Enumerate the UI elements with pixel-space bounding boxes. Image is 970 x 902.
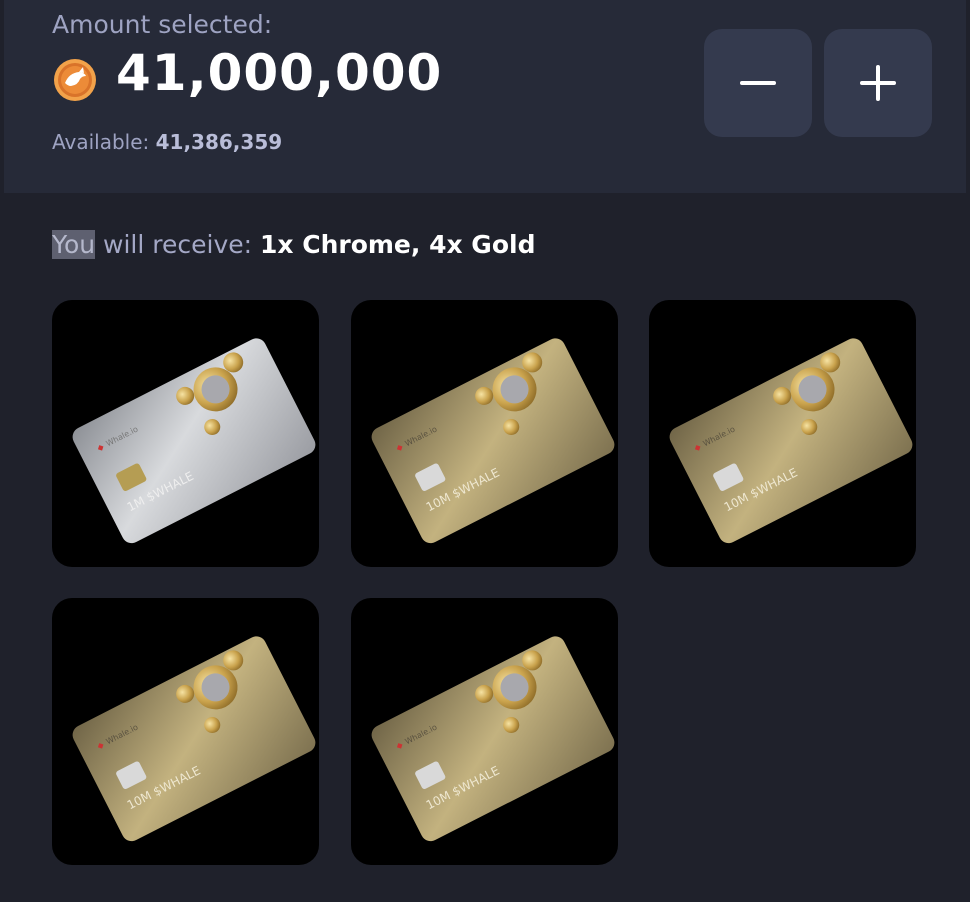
whale-coin-icon — [54, 59, 96, 101]
gold-card-image: ◆ Whale.io 10M $WHALE — [371, 338, 615, 544]
card-tile: ◆ Whale.io 1M $WHALE — [52, 300, 319, 567]
amount-label: Amount selected: — [52, 10, 273, 39]
receive-highlight: You — [52, 230, 96, 259]
receive-summary: You will receive: 1x Chrome, 4x Gold — [52, 230, 535, 259]
increase-button[interactable] — [824, 29, 932, 137]
receive-items: 1x Chrome, 4x Gold — [260, 230, 536, 259]
chrome-card-image: ◆ Whale.io 1M $WHALE — [72, 338, 316, 544]
card-tile: ◆ Whale.io 10M $WHALE — [351, 598, 618, 865]
card-tile: ◆ Whale.io 10M $WHALE — [52, 598, 319, 865]
decrease-button[interactable] — [704, 29, 812, 137]
card-tile: ◆ Whale.io 10M $WHALE — [649, 300, 916, 567]
available-label: Available: — [52, 130, 150, 154]
available-balance: Available: 41,386,359 — [52, 130, 282, 154]
amount-value: 41,000,000 — [116, 44, 443, 102]
receive-prefix: will receive: — [95, 230, 260, 259]
minus-icon — [740, 81, 776, 85]
gold-card-image: ◆ Whale.io 10M $WHALE — [669, 338, 913, 544]
gold-card-image: ◆ Whale.io 10M $WHALE — [371, 636, 615, 842]
available-value: 41,386,359 — [155, 130, 283, 154]
plus-icon — [860, 65, 896, 101]
card-tile: ◆ Whale.io 10M $WHALE — [351, 300, 618, 567]
gold-card-image: ◆ Whale.io 10M $WHALE — [72, 636, 316, 842]
